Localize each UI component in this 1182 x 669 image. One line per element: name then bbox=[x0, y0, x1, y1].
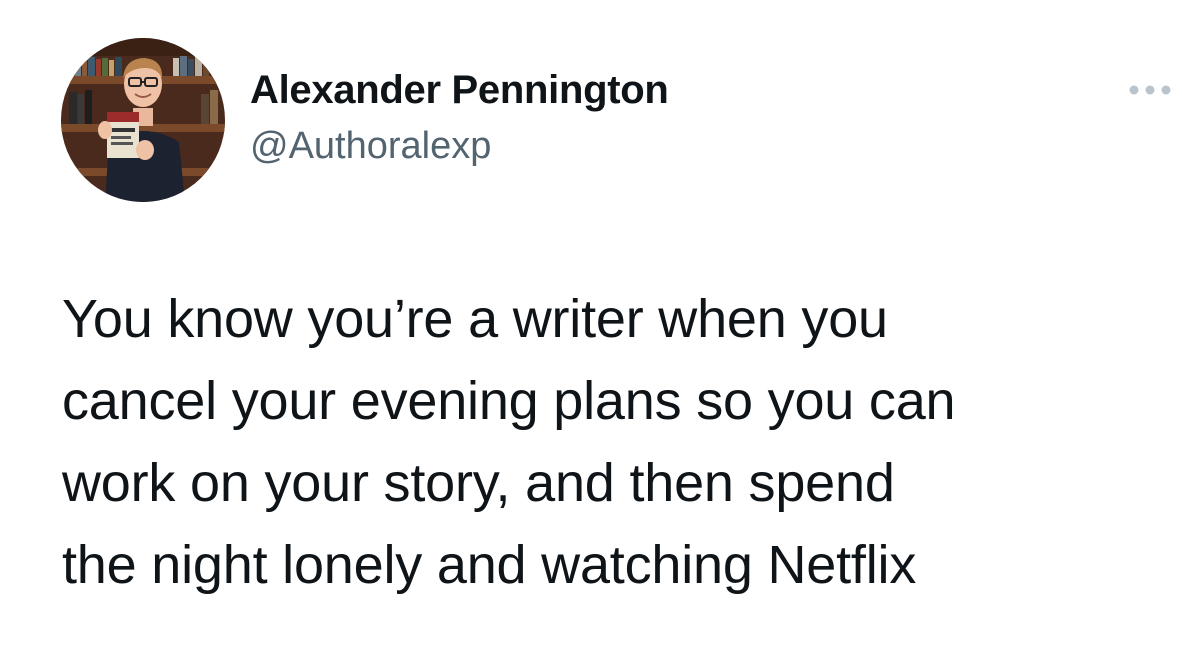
avatar-photo-icon bbox=[61, 38, 225, 202]
author-handle[interactable]: @Authoralexp bbox=[250, 121, 491, 171]
tweet-card: Alexander Pennington @Authoralexp You kn… bbox=[0, 0, 1182, 669]
more-options-icon bbox=[1129, 85, 1171, 95]
tweet-text: You know you’re a writer when you cancel… bbox=[62, 289, 956, 595]
author-avatar[interactable] bbox=[61, 38, 225, 202]
more-options-button[interactable] bbox=[1128, 70, 1182, 110]
author-display-name[interactable]: Alexander Pennington bbox=[250, 64, 669, 116]
